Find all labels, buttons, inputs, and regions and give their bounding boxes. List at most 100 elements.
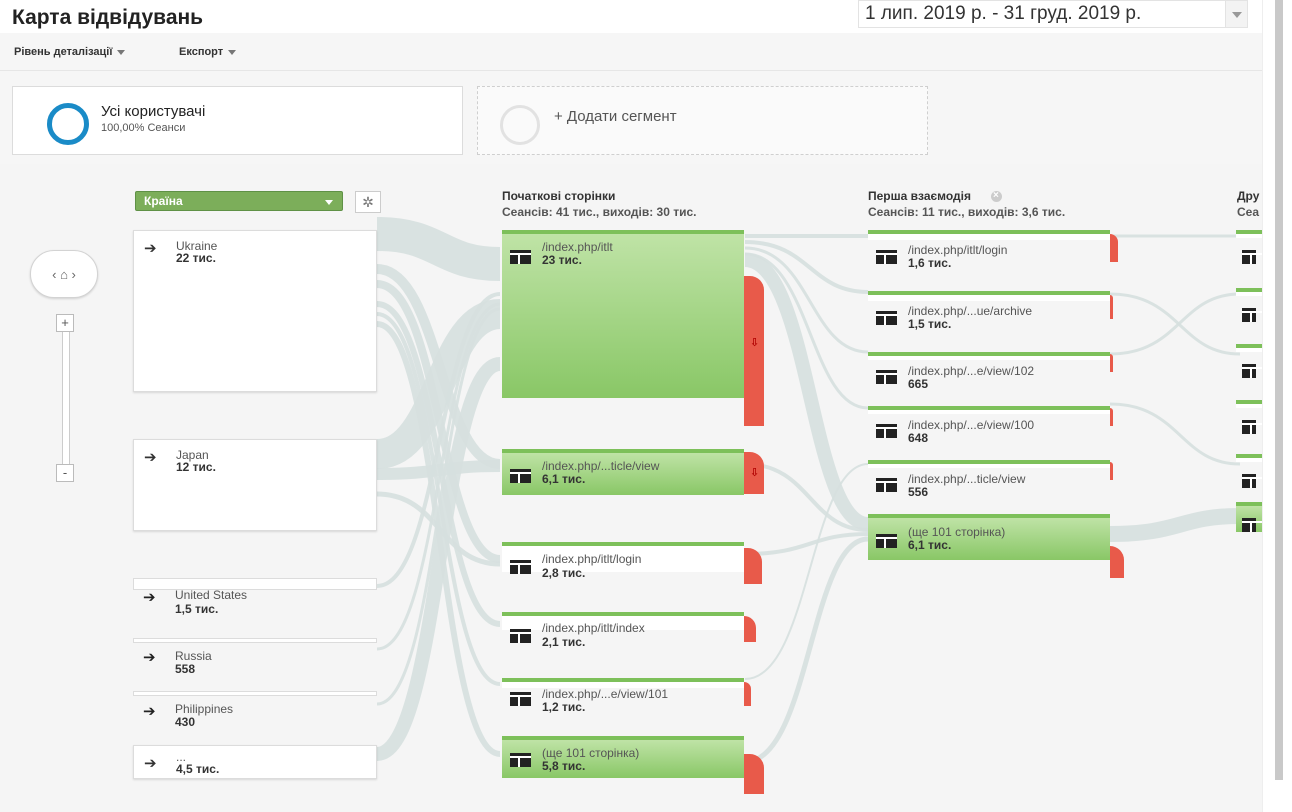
caret-down-icon <box>228 49 237 55</box>
exit-bar[interactable] <box>1110 462 1113 480</box>
entrance-arrow-icon: ➔ <box>143 703 156 720</box>
page-node[interactable] <box>1236 288 1262 322</box>
page-icon <box>876 370 897 384</box>
exit-bar[interactable] <box>744 548 762 584</box>
page-url: /index.php/itlt/login <box>908 243 1008 257</box>
page-count: 5,8 тис. <box>542 759 586 773</box>
country-count: 4,5 тис. <box>176 762 220 776</box>
page-icon <box>1242 518 1262 532</box>
segment-title: Усі користувачі <box>101 103 206 120</box>
page-node[interactable]: /index.php/itlt/login 1,6 тис. <box>868 230 1110 270</box>
page-node[interactable]: /index.php/...e/view/100 648 <box>868 406 1110 445</box>
scrollbar-thumb[interactable] <box>1275 0 1283 780</box>
page-url: /index.php/...e/view/101 <box>542 687 669 701</box>
exit-arrow-icon: ⇩ <box>750 467 760 479</box>
page-node[interactable] <box>1236 230 1262 264</box>
entrance-arrow-icon: ➔ <box>144 449 157 466</box>
add-segment-label: + Додати сегмент <box>554 108 677 125</box>
exit-bar[interactable] <box>1110 408 1113 426</box>
exit-bar[interactable] <box>1110 354 1113 372</box>
page-node[interactable]: (ще 101 сторінка) 6,1 тис. <box>868 514 1110 560</box>
country-node[interactable]: ➔ ... 4,5 тис. <box>133 745 377 779</box>
exit-bar[interactable] <box>744 682 751 706</box>
entrance-arrow-icon: ➔ <box>144 240 157 257</box>
country-name: Russia <box>175 649 212 663</box>
page-node[interactable]: /index.php/...e/view/102 665 <box>868 352 1110 391</box>
page-icon <box>510 692 531 706</box>
country-node[interactable] <box>133 691 377 696</box>
page-url: /index.php/...ticle/view <box>908 472 1026 486</box>
column-title: Початкові сторінки <box>502 189 616 203</box>
export-menu[interactable]: Експорт <box>179 46 237 58</box>
page-url: /index.php/...ticle/view <box>542 459 660 473</box>
column-stats: Сеансів: 41 тис., виходів: 30 тис. <box>502 205 697 219</box>
flow-canvas[interactable]: ‹ ⌂ › + - Країна ✲ Початкові сторінки Се… <box>0 164 1262 812</box>
page-icon <box>1242 250 1262 264</box>
page-icon <box>1242 420 1262 434</box>
page-node[interactable] <box>1236 344 1262 378</box>
page-url: /index.php/itlt/login <box>542 552 642 566</box>
page-icon <box>876 250 897 264</box>
page-node[interactable]: /index.php/itlt/login 2,8 тис. <box>502 542 744 580</box>
country-name: Philippines <box>175 702 234 716</box>
detail-level-menu[interactable]: Рівень деталізації <box>14 46 126 58</box>
page-count: 665 <box>908 377 929 391</box>
page-url: (ще 101 сторінка) <box>542 746 640 760</box>
page-node[interactable]: /index.php/...e/view/101 1,2 тис. <box>502 678 744 714</box>
page-node[interactable]: (ще 101 сторінка) 5,8 тис. <box>502 736 744 778</box>
country-count: 558 <box>175 662 196 676</box>
page-count: 1,2 тис. <box>542 700 586 714</box>
close-icon[interactable] <box>990 188 1002 204</box>
page-node[interactable]: /index.php/itlt 23 тис. <box>502 230 744 398</box>
page-url: (ще 101 сторінка) <box>908 525 1006 539</box>
exit-bar[interactable] <box>1110 295 1113 319</box>
column-header-first: Перша взаємодія Сеансів: 11 тис., виході… <box>868 188 1065 220</box>
toolbar: Рівень деталізації Експорт <box>0 33 1262 71</box>
page-count: 2,1 тис. <box>542 635 586 649</box>
segment-all-users[interactable]: Усі користувачі 100,00% Сеанси <box>12 86 463 155</box>
page-icon <box>510 753 531 767</box>
exit-bar[interactable] <box>744 754 764 794</box>
entrance-arrow-icon: ➔ <box>143 589 156 606</box>
header: Карта відвідувань 1 лип. 2019 р. - 31 гр… <box>0 0 1262 33</box>
zoom-in-button[interactable]: + <box>56 314 74 332</box>
page-url: /index.php/...e/view/102 <box>908 364 1035 378</box>
page-node[interactable] <box>1236 400 1262 434</box>
zoom-slider[interactable] <box>62 314 70 480</box>
page-icon <box>510 250 531 264</box>
country-node[interactable]: ➔ Ukraine 22 тис. <box>133 230 377 392</box>
page-count: 556 <box>908 485 929 499</box>
page-url: /index.php/itlt <box>542 240 613 254</box>
exit-arrow-icon: ⇩ <box>750 337 760 349</box>
home-icon[interactable]: ‹ ⌂ › <box>52 267 76 282</box>
add-segment-button[interactable]: + Додати сегмент <box>477 86 928 155</box>
home-navigation-control[interactable]: ‹ ⌂ › <box>30 250 98 298</box>
page-node[interactable] <box>1236 502 1262 532</box>
exit-bar[interactable]: ⇩ <box>744 276 764 426</box>
page-node[interactable]: /index.php/...ticle/view 556 <box>868 460 1110 499</box>
exit-bar[interactable] <box>1110 234 1118 262</box>
column-stats: Сеа <box>1237 205 1260 219</box>
date-range-picker[interactable]: 1 лип. 2019 р. - 31 груд. 2019 р. <box>858 0 1248 28</box>
page-node[interactable]: /index.php/...ticle/view 6,1 тис. <box>502 449 744 495</box>
vertical-scrollbar[interactable] <box>1262 0 1292 812</box>
page-node[interactable]: /index.php/itlt/index 2,1 тис. <box>502 612 744 649</box>
entrance-arrow-icon: ➔ <box>143 649 156 666</box>
country-node[interactable]: ➔ Japan 12 тис. <box>133 439 377 531</box>
page-url: /index.php/...e/view/100 <box>908 418 1035 432</box>
dimension-select[interactable]: Країна <box>135 191 343 211</box>
gear-icon[interactable]: ✲ <box>355 191 381 213</box>
country-node[interactable] <box>133 638 377 643</box>
export-label: Експорт <box>179 46 224 58</box>
column-title: Перша взаємодія <box>868 189 971 203</box>
country-node[interactable] <box>133 578 377 590</box>
country-count: 430 <box>175 715 196 729</box>
page-count: 1,6 тис. <box>908 256 952 270</box>
exit-bar[interactable]: ⇩ <box>744 452 764 494</box>
page-node[interactable]: /index.php/...ue/archive 1,5 тис. <box>868 291 1110 331</box>
column-title: Дру <box>1237 189 1260 203</box>
chevron-down-icon[interactable] <box>1225 1 1247 27</box>
country-count: 22 тис. <box>176 251 216 265</box>
zoom-out-button[interactable]: - <box>56 464 74 482</box>
page-node[interactable] <box>1236 454 1262 488</box>
